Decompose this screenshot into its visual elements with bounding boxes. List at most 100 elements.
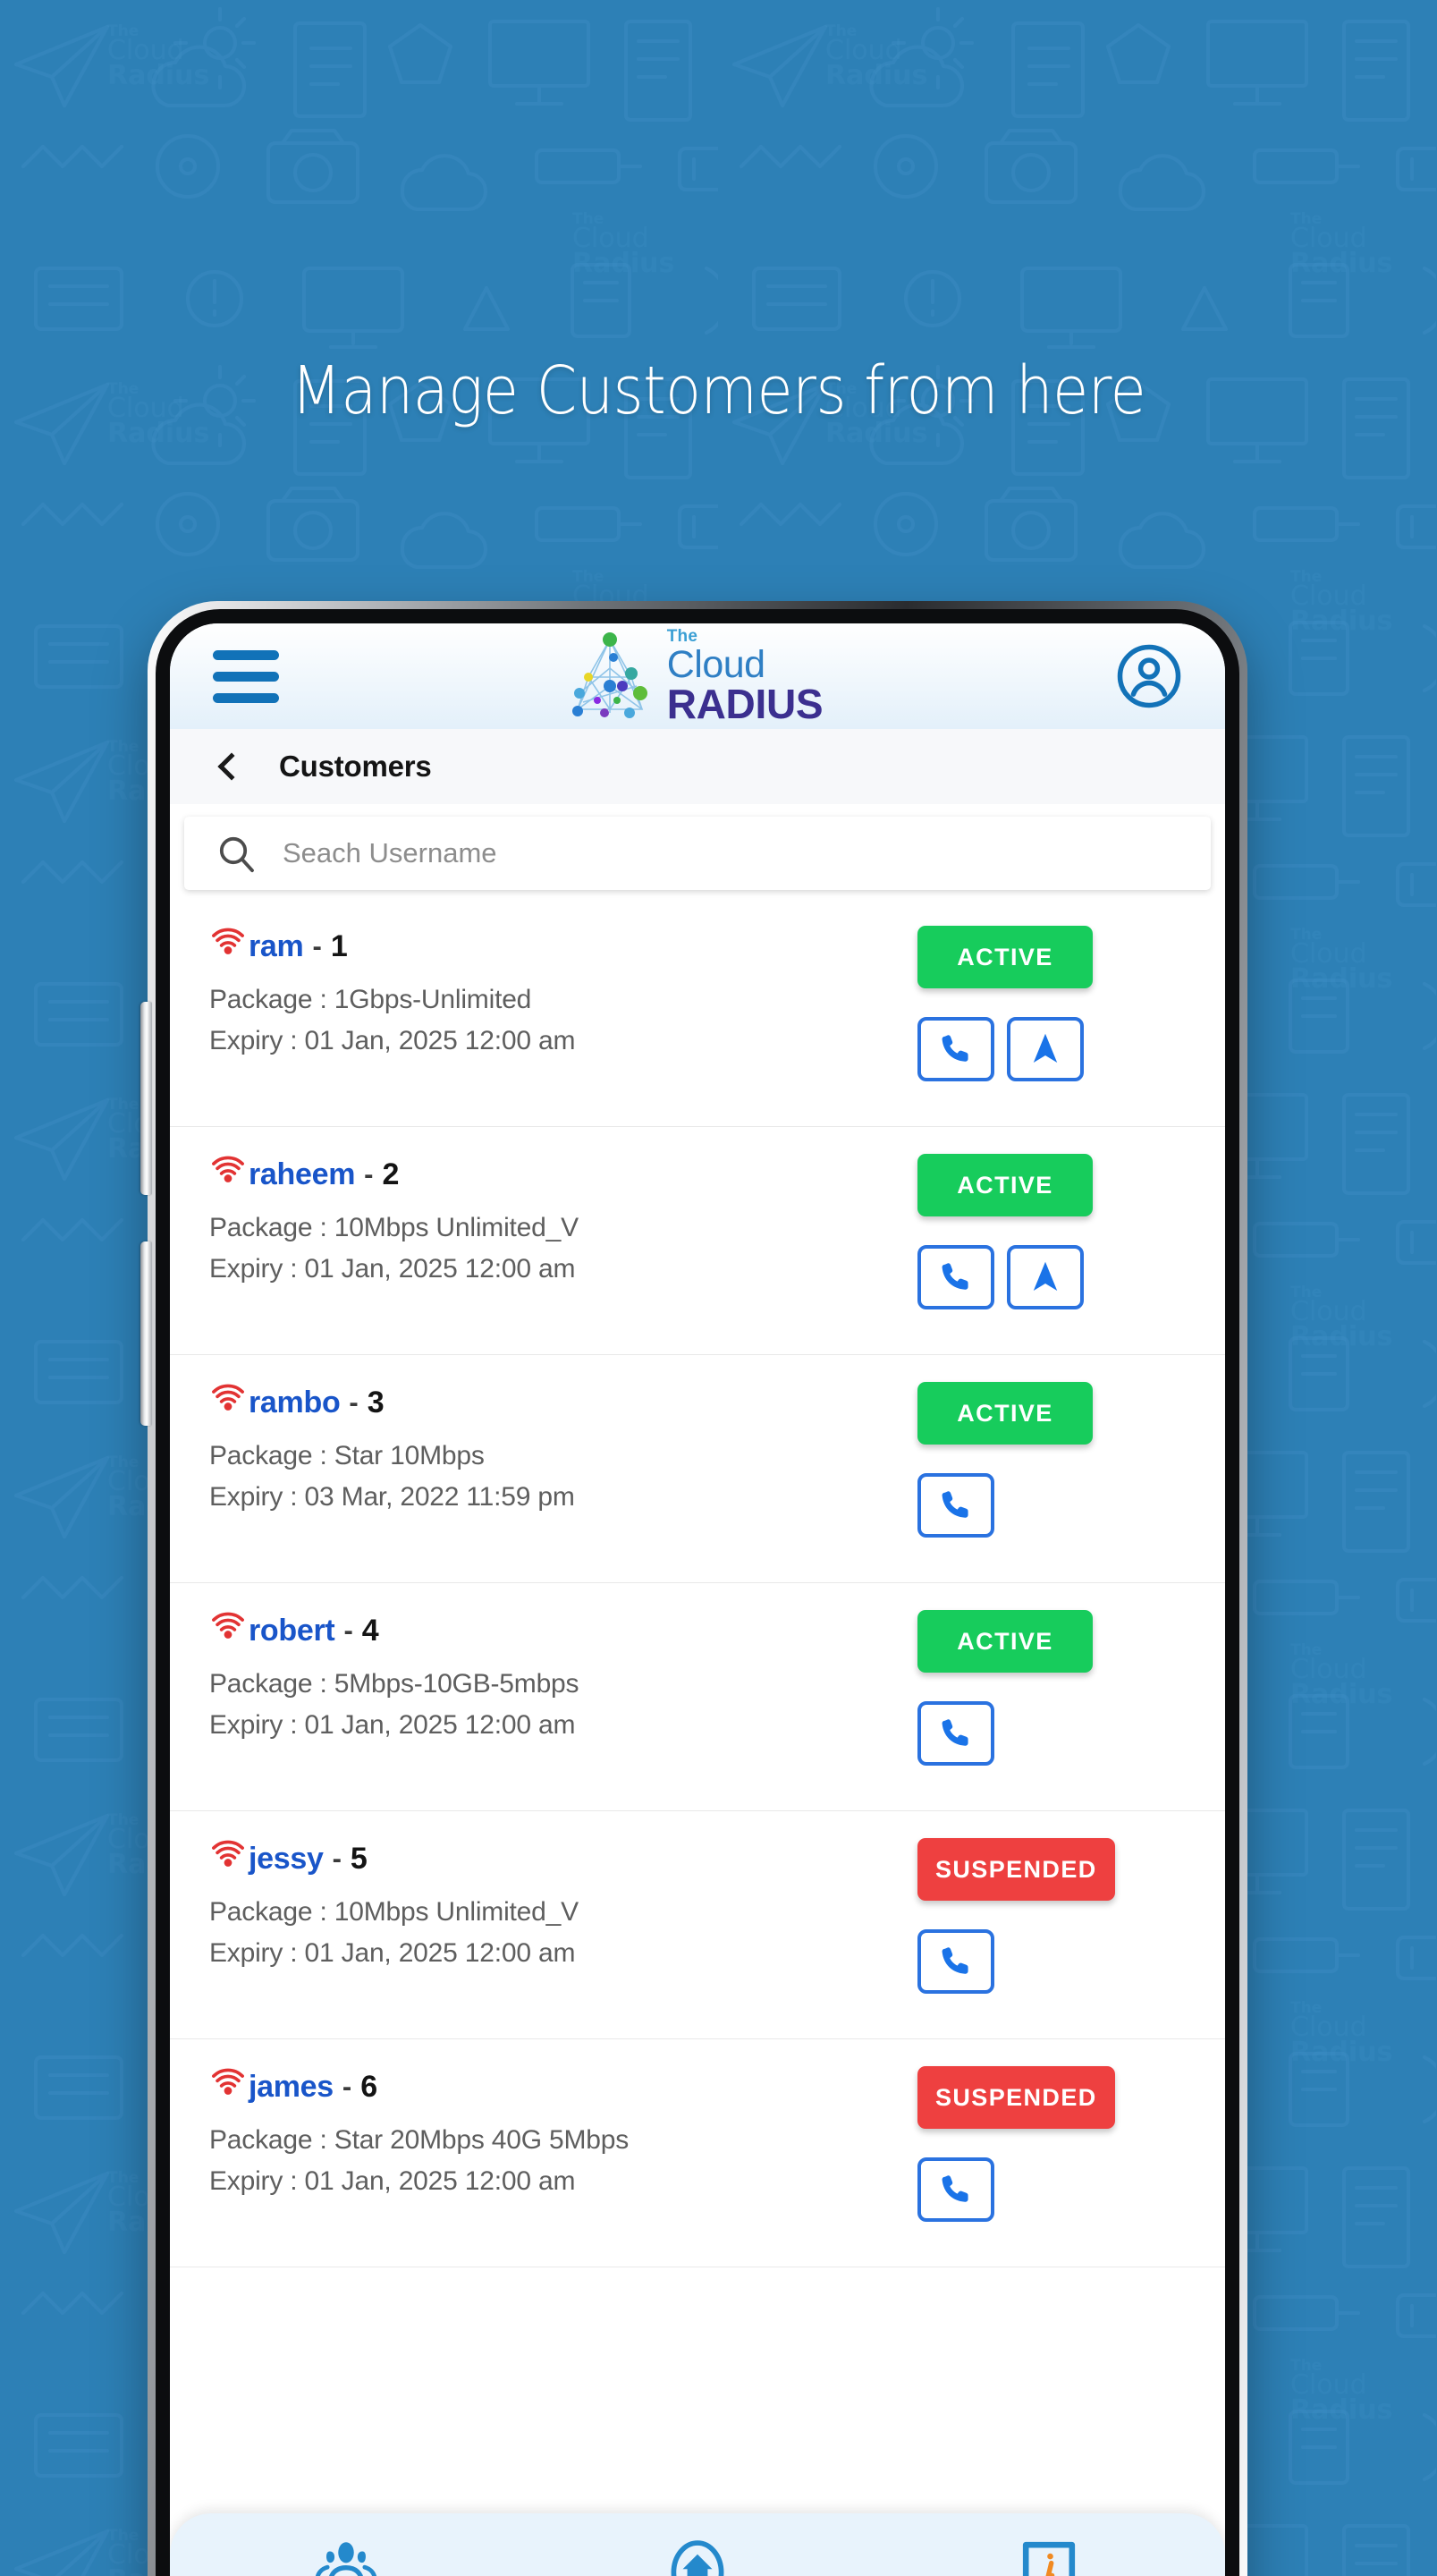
search-box[interactable]	[184, 817, 1211, 890]
home-circle-icon	[671, 2540, 724, 2576]
customer-row[interactable]: robert -4 Package : 5Mbps-10GB-5mbps Expiry…	[170, 1583, 1225, 1811]
customer-name-line: james -6	[209, 2068, 917, 2106]
menu-bar-3	[213, 692, 279, 703]
customer-name: raheem	[249, 1157, 356, 1191]
signal-icon	[212, 1156, 244, 1182]
app-logo[interactable]: The Cloud RADIUS	[562, 628, 824, 724]
navigate-button[interactable]	[1007, 1017, 1084, 1081]
search-icon	[219, 836, 254, 873]
action-buttons	[917, 2157, 994, 2222]
customer-separator: -	[349, 1386, 359, 1418]
chevron-left-icon[interactable]	[211, 750, 243, 783]
logo-wordmark: The Cloud RADIUS	[667, 628, 824, 724]
menu-bar-1	[213, 649, 279, 660]
customer-number: 2	[382, 1157, 400, 1191]
customer-actions: ACTIVE	[917, 924, 1186, 1081]
status-badge[interactable]: SUSPENDED	[917, 2066, 1115, 2129]
customer-info: ram -1 Package : 1Gbps-Unlimited Expiry : 0…	[209, 924, 917, 1061]
navigate-button[interactable]	[1007, 1245, 1084, 1309]
search-container	[170, 804, 1225, 899]
call-icon	[942, 1947, 968, 1974]
customer-package: Package : 5Mbps-10GB-5mbps	[209, 1669, 579, 1699]
customer-number: 3	[367, 1385, 385, 1419]
call-icon	[942, 2175, 968, 2202]
volume-down-button[interactable]	[140, 1241, 152, 1426]
customer-name-line: robert -4	[209, 1612, 917, 1649]
customer-row[interactable]: raheem -2 Package : 10Mbps Unlimited_V Expi…	[170, 1127, 1225, 1355]
action-buttons	[917, 1929, 994, 1994]
customer-name: rambo	[249, 1385, 341, 1419]
customer-separator: -	[332, 1843, 342, 1874]
customer-info: rambo -3 Package : Star 10Mbps Expiry : 03 …	[209, 1380, 917, 1517]
customer-number: 1	[330, 928, 348, 963]
customer-name: jessy	[249, 1841, 324, 1876]
navigate-icon	[1033, 1033, 1058, 1063]
customer-separator: -	[343, 1614, 353, 1646]
customer-name-line: rambo -3	[209, 1384, 917, 1421]
customer-row[interactable]: james -6 Package : Star 20Mbps 40G 5Mbps Ex…	[170, 2039, 1225, 2267]
app-header: The Cloud RADIUS	[170, 623, 1225, 729]
call-button[interactable]	[917, 1017, 994, 1081]
call-button[interactable]	[917, 2157, 994, 2222]
customer-number: 5	[350, 1841, 368, 1876]
customer-info: robert -4 Package : 5Mbps-10GB-5mbps Expiry…	[209, 1608, 917, 1745]
signal-icon	[212, 2068, 244, 2095]
navigate-icon	[1033, 1261, 1058, 1292]
info-bubble-icon	[1023, 2541, 1076, 2576]
phone-mockup: The Cloud RADIUS Customers Seach Usernam…	[140, 601, 1247, 2576]
status-badge[interactable]: ACTIVE	[917, 1154, 1093, 1216]
user-circle-icon[interactable]	[1114, 641, 1184, 711]
customer-actions: ACTIVE	[917, 1152, 1186, 1309]
customer-row[interactable]: ram -1 Package : 1Gbps-Unlimited Expiry : 0…	[170, 899, 1225, 1127]
search-input[interactable]	[283, 837, 1180, 869]
status-badge[interactable]: ACTIVE	[917, 1610, 1093, 1673]
customer-actions: SUSPENDED	[917, 2064, 1186, 2222]
customer-actions: ACTIVE	[917, 1608, 1186, 1766]
customer-expiry: Expiry : 01 Jan, 2025 12:00 am	[209, 1025, 576, 1055]
customer-list: ram -1 Package : 1Gbps-Unlimited Expiry : 0…	[170, 899, 1225, 2267]
signal-icon	[212, 1840, 244, 1867]
action-buttons	[917, 1245, 1084, 1309]
customer-package: Package : 10Mbps Unlimited_V	[209, 1213, 579, 1242]
customer-name-line: raheem -2	[209, 1156, 917, 1193]
customer-number: 6	[360, 2069, 378, 2104]
call-icon	[942, 1035, 968, 1062]
customer-actions: SUSPENDED	[917, 1836, 1186, 1994]
customer-name-line: jessy -5	[209, 1840, 917, 1877]
customer-info: jessy -5 Package : 10Mbps Unlimited_V Expir…	[209, 1836, 917, 1973]
call-button[interactable]	[917, 1929, 994, 1994]
bottom-navigation	[170, 2513, 1225, 2576]
status-badge[interactable]: ACTIVE	[917, 1382, 1093, 1445]
action-buttons	[917, 1017, 1084, 1081]
page-title-bar: Customers	[170, 729, 1225, 804]
call-button[interactable]	[917, 1245, 994, 1309]
call-button[interactable]	[917, 1473, 994, 1538]
page-headline: Manage Customers from here	[291, 352, 1146, 429]
signal-icon	[212, 1612, 244, 1639]
customer-package: Package : Star 10Mbps	[209, 1441, 485, 1470]
customer-separator: -	[312, 930, 322, 962]
customer-name: robert	[249, 1613, 335, 1648]
customer-row[interactable]: rambo -3 Package : Star 10Mbps Expiry : 03 …	[170, 1355, 1225, 1583]
nav-item-info[interactable]	[959, 2538, 1138, 2576]
hamburger-menu-icon[interactable]	[213, 649, 279, 703]
signal-icon	[212, 928, 244, 954]
action-buttons	[917, 1701, 994, 1766]
call-button[interactable]	[917, 1701, 994, 1766]
customer-separator: -	[364, 1158, 374, 1190]
customer-info: raheem -2 Package : 10Mbps Unlimited_V Expi…	[209, 1152, 917, 1289]
customer-expiry: Expiry : 01 Jan, 2025 12:00 am	[209, 1709, 576, 1740]
nav-item-customers[interactable]	[257, 2538, 435, 2576]
customer-name-line: ram -1	[209, 928, 917, 965]
customer-row[interactable]: jessy -5 Package : 10Mbps Unlimited_V Expir…	[170, 1811, 1225, 2039]
logo-cloud-text: Cloud	[666, 642, 765, 686]
nav-item-home[interactable]	[608, 2538, 787, 2576]
customer-name: james	[249, 2069, 334, 2104]
status-badge[interactable]: ACTIVE	[917, 926, 1093, 988]
volume-up-button[interactable]	[140, 1002, 152, 1195]
phone-screen: The Cloud RADIUS Customers Seach Usernam…	[170, 623, 1225, 2576]
status-badge[interactable]: SUSPENDED	[917, 1838, 1115, 1901]
network-nodes-icon	[571, 632, 647, 718]
customer-package: Package : 10Mbps Unlimited_V	[209, 1897, 579, 1927]
people-group-icon	[315, 2542, 376, 2576]
